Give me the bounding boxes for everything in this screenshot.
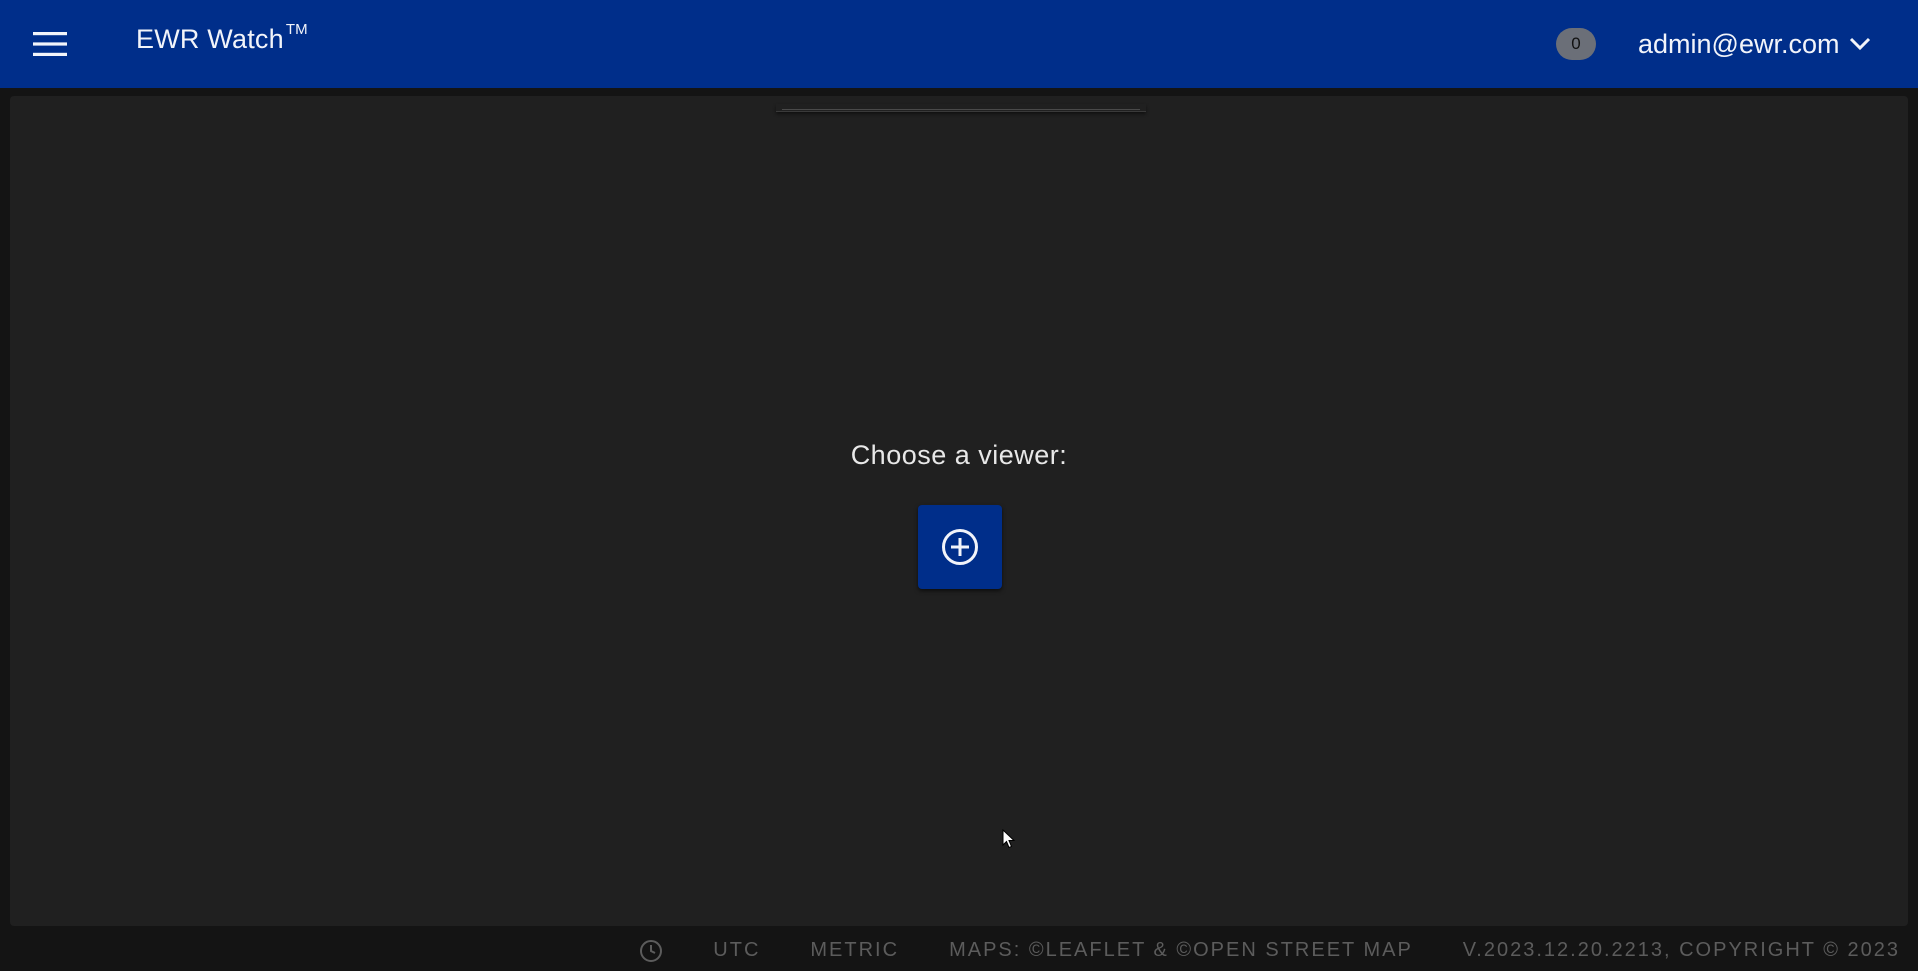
app-title: EWR Watch TM <box>136 21 308 55</box>
hamburger-icon <box>33 32 67 56</box>
chevron-down-icon <box>1849 37 1871 51</box>
maps-credit: MAPS: ©LEAFLET & ©OPEN STREET MAP <box>949 939 1413 961</box>
user-menu-button[interactable]: admin@ewr.com <box>1638 25 1871 63</box>
clock-icon[interactable] <box>639 939 663 963</box>
user-email: admin@ewr.com <box>1638 28 1840 59</box>
panel-resize-handle[interactable] <box>776 104 1146 112</box>
mouse-cursor-icon <box>1002 829 1016 849</box>
units-label[interactable]: METRIC <box>810 939 899 962</box>
main-panel: Choose a viewer: <box>10 96 1908 926</box>
status-footer: UTC METRIC MAPS: ©LEAFLET & ©OPEN STREET… <box>0 930 1918 971</box>
top-app-bar: EWR Watch TM 0 admin@ewr.com <box>0 0 1918 88</box>
add-viewer-button[interactable] <box>918 505 1002 589</box>
app-root: EWR Watch TM 0 admin@ewr.com Choose a vie… <box>0 0 1918 971</box>
plus-circle-icon <box>942 529 978 565</box>
menu-button[interactable] <box>30 25 70 63</box>
trademark-mark: TM <box>285 21 308 38</box>
notification-badge[interactable]: 0 <box>1556 28 1596 60</box>
app-title-text: EWR Watch <box>136 24 284 54</box>
viewer-chooser-label: Choose a viewer: <box>850 440 1068 470</box>
timezone-label[interactable]: UTC <box>713 939 760 962</box>
version-copyright: V.2023.12.20.2213, COPYRIGHT © 2023 <box>1462 939 1900 961</box>
